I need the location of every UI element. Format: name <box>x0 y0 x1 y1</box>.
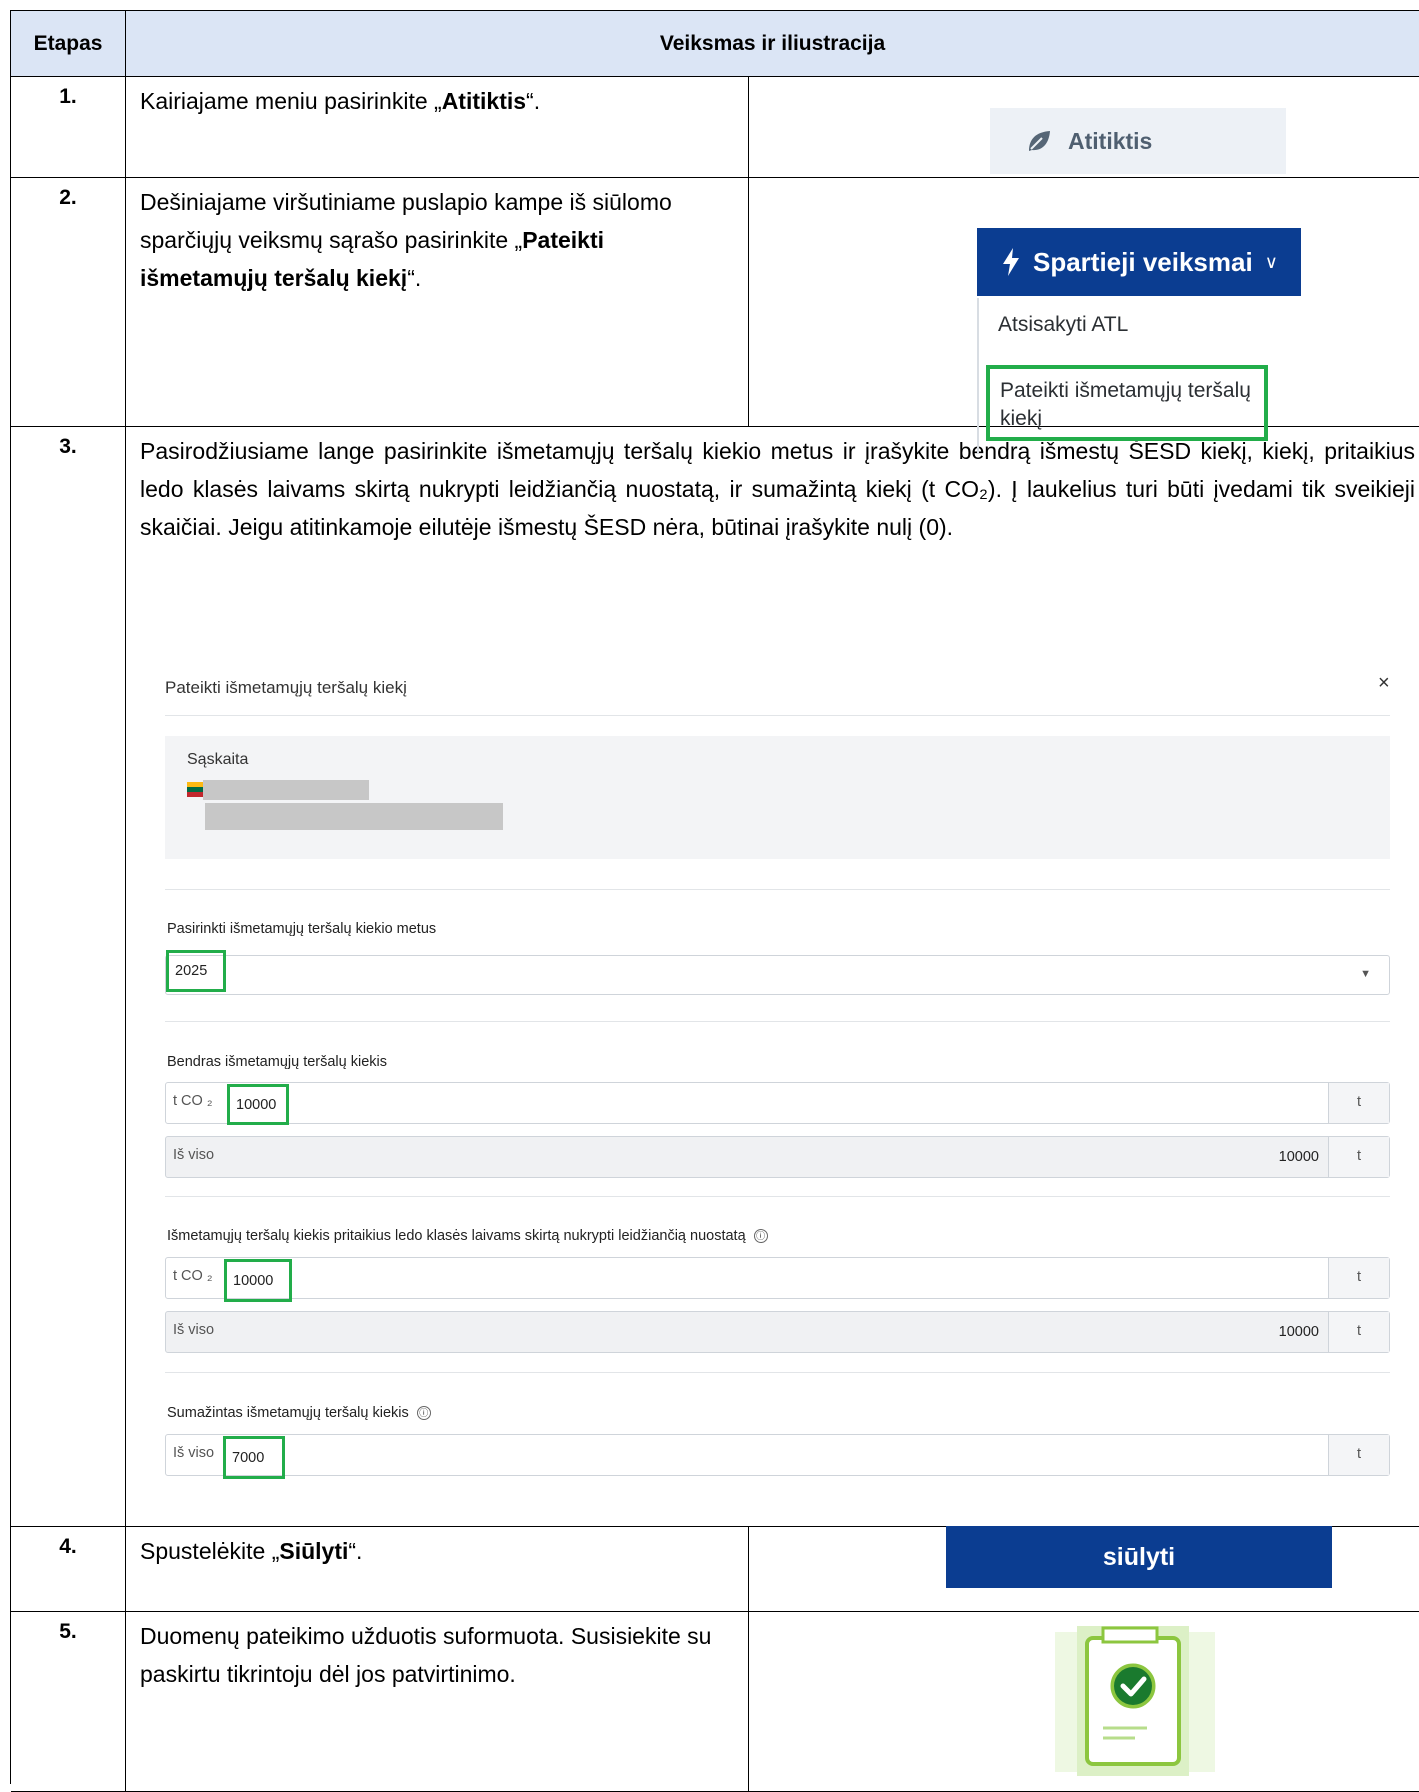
header-action: Veiksmas ir iliustracija <box>126 11 1419 77</box>
year-value: 2025 <box>166 950 226 992</box>
step-5-text: Duomenų pateikimo užduotis suformuota. S… <box>126 1612 749 1792</box>
step-1-bold: Atitiktis <box>441 88 527 114</box>
redacted-account-number <box>205 803 503 830</box>
divider <box>165 1021 1390 1022</box>
lithuania-flag-icon <box>187 782 203 797</box>
total-emissions-sum: Iš viso 10000 t <box>165 1136 1390 1178</box>
header-stage: Etapas <box>11 11 126 77</box>
reduced-emissions-value: 7000 <box>223 1436 285 1479</box>
step-4-text: Spustelėkite „Siūlyti“. <box>126 1527 749 1612</box>
quick-actions-button[interactable]: Spartieji veiksmai ∨ <box>977 228 1301 296</box>
ice-sum-value: 10000 <box>1278 1324 1319 1340</box>
info-icon[interactable]: ⓘ <box>753 1229 768 1243</box>
step-3-number: 3. <box>11 427 126 1527</box>
divider <box>165 715 1390 716</box>
tco2-prefix: t CO ₂ <box>173 1268 213 1284</box>
step-1-number: 1. <box>11 77 126 178</box>
account-panel: Sąskaita <box>165 736 1390 859</box>
menu-item-cancel-atl[interactable]: Atsisakyti ATL <box>998 313 1128 337</box>
ice-class-input[interactable]: t CO ₂ t <box>165 1257 1390 1299</box>
chevron-down-icon: ∨ <box>1264 251 1278 272</box>
unit-suffix: t <box>1328 1137 1389 1177</box>
document-check-icon <box>1055 1626 1215 1776</box>
quick-actions-label: Spartieji veiksmai <box>1033 246 1253 277</box>
total-prefix: Iš viso <box>173 1322 215 1338</box>
total-emissions-value: 10000 <box>227 1084 289 1125</box>
step-1-post: “. <box>526 88 541 114</box>
year-label: Pasirinkti išmetamųjų teršalų kiekio met… <box>167 921 437 937</box>
step-2-post: “. <box>407 265 422 291</box>
leaf-icon <box>1029 131 1050 151</box>
unit-suffix: t <box>1328 1312 1389 1352</box>
redacted-account-name <box>203 780 369 800</box>
unit-suffix: t <box>1328 1258 1389 1298</box>
info-icon[interactable]: ⓘ <box>416 1406 431 1420</box>
total-sum-value: 10000 <box>1278 1149 1319 1165</box>
account-label: Sąskaita <box>187 751 249 768</box>
unit-suffix: t <box>1328 1435 1389 1475</box>
menu-divider <box>977 298 979 454</box>
submit-button[interactable]: siūlyti <box>946 1526 1332 1588</box>
step-1-text: Kairiajame meniu pasirinkite „Atitiktis“… <box>126 77 749 178</box>
lightning-icon <box>1003 248 1019 276</box>
ice-class-value: 10000 <box>224 1259 292 1302</box>
reduced-label-text: Sumažintas išmetamųjų teršalų kiekis <box>167 1405 409 1421</box>
ice-class-label: Išmetamųjų teršalų kiekis pritaikius led… <box>167 1228 768 1244</box>
step-4-post: “. <box>348 1538 363 1564</box>
close-icon[interactable]: × <box>1378 672 1390 695</box>
divider <box>165 889 1390 890</box>
step-4-number: 4. <box>11 1527 126 1612</box>
total-emissions-label: Bendras išmetamųjų teršalų kiekis <box>167 1054 388 1070</box>
step-2-number: 2. <box>11 178 126 427</box>
year-select[interactable]: ▼ <box>165 955 1390 995</box>
step-2-text: Dešiniajame viršutiniame puslapio kampe … <box>126 178 749 427</box>
atitiktis-menu-item[interactable]: Atitiktis <box>990 108 1286 174</box>
atitiktis-label: Atitiktis <box>1068 127 1153 154</box>
step-5-number: 5. <box>11 1612 126 1792</box>
step-4-bold: Siūlyti <box>279 1538 349 1564</box>
reduced-emissions-label: Sumažintas išmetamųjų teršalų kiekis ⓘ <box>167 1405 431 1421</box>
reduced-emissions-input[interactable]: Iš viso t <box>165 1434 1390 1476</box>
ice-class-label-text: Išmetamųjų teršalų kiekis pritaikius led… <box>167 1228 746 1244</box>
step-3-text: Pasirodžiusiame lange pasirinkite išmeta… <box>140 438 1415 540</box>
menu-item-submit-emissions[interactable]: Pateikti išmetamųjų teršalų kiekį <box>986 365 1268 441</box>
total-prefix: Iš viso <box>173 1147 215 1163</box>
ice-class-sum: Iš viso 10000 t <box>165 1311 1390 1353</box>
divider <box>165 1372 1390 1373</box>
step-1-pre: Kairiajame meniu pasirinkite „ <box>140 88 442 114</box>
form-title: Pateikti išmetamųjų teršalų kiekį <box>165 678 407 697</box>
total-emissions-input[interactable]: t CO ₂ t <box>165 1082 1390 1124</box>
caret-down-icon: ▼ <box>1360 968 1371 980</box>
unit-suffix: t <box>1328 1083 1389 1123</box>
tco2-prefix: t CO ₂ <box>173 1093 213 1109</box>
divider <box>165 1196 1390 1197</box>
step-4-pre: Spustelėkite „ <box>140 1538 280 1564</box>
total-prefix: Iš viso <box>173 1445 215 1461</box>
